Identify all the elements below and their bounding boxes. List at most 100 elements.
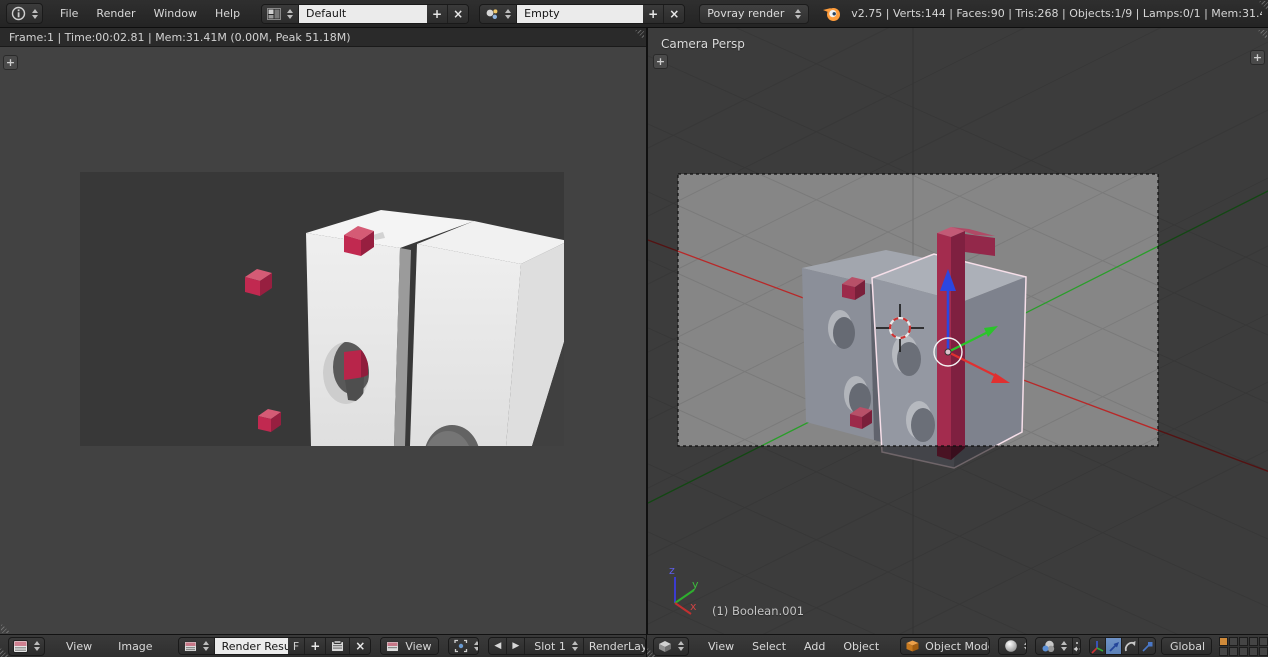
view-name-label: Camera Persp bbox=[661, 37, 745, 51]
manipulate-centers-toggle[interactable] bbox=[1073, 638, 1081, 655]
image-name-field[interactable]: Render Result bbox=[215, 638, 288, 654]
orientation-dropdown[interactable]: Global bbox=[1161, 637, 1212, 655]
mode-value: View bbox=[402, 640, 434, 653]
mode-dropdown[interactable]: Object Mode bbox=[900, 637, 990, 655]
toolshelf-expand-button[interactable]: + bbox=[3, 55, 18, 70]
manipulator-axes-icon bbox=[1090, 640, 1104, 654]
editor-type-button-image[interactable] bbox=[8, 637, 45, 656]
rotate-icon bbox=[1123, 640, 1137, 654]
browse-arrows bbox=[502, 9, 511, 19]
gizmo-y-label: y bbox=[692, 578, 699, 591]
layout-delete-button[interactable]: × bbox=[448, 5, 468, 23]
image-pack-button[interactable] bbox=[326, 638, 350, 654]
menu-window[interactable]: Window bbox=[145, 7, 206, 20]
scene-browse-button[interactable] bbox=[480, 5, 517, 23]
manipulator-toggle[interactable] bbox=[1090, 638, 1106, 655]
translate-manipulator-toggle[interactable] bbox=[1106, 638, 1122, 655]
render-layer-value: RenderLay bbox=[589, 640, 646, 653]
editor-switch-arrows bbox=[29, 9, 38, 19]
viewport-shading-dropdown[interactable] bbox=[998, 637, 1027, 655]
info-header: File Render Window Help Default + × bbox=[0, 0, 1268, 28]
scene-name-field[interactable]: Empty bbox=[517, 5, 643, 23]
dropdown-arrows bbox=[569, 641, 578, 651]
scene-add-button[interactable]: + bbox=[643, 5, 664, 23]
info-icon bbox=[11, 6, 26, 21]
image-new-button[interactable]: + bbox=[305, 638, 326, 654]
render-info-bar: Frame:1 | Time:00:02.81 | Mem:31.41M (0.… bbox=[0, 28, 646, 47]
fake-user-button[interactable]: F bbox=[288, 638, 305, 654]
browse-arrows bbox=[284, 9, 293, 19]
menu-image[interactable]: Image bbox=[109, 640, 161, 653]
render-slot-group: ◀ ▶ Slot 1 RenderLay bbox=[488, 637, 646, 655]
gizmo-x-label: x bbox=[690, 600, 697, 613]
toolshelf-expand-button[interactable]: + bbox=[653, 54, 668, 69]
translate-icon bbox=[1107, 640, 1121, 654]
dropdown-arrows bbox=[792, 9, 801, 19]
image-editor-header: View Image Render Result F + bbox=[0, 634, 646, 657]
dropdown-arrows bbox=[1021, 641, 1027, 651]
editor-type-button-info[interactable] bbox=[6, 3, 43, 24]
menu-select[interactable]: Select bbox=[743, 640, 795, 653]
layers-widget[interactable] bbox=[1219, 637, 1268, 656]
render-result-image[interactable] bbox=[80, 172, 564, 446]
scale-manipulator-toggle[interactable] bbox=[1139, 638, 1155, 655]
view-mode-icon bbox=[386, 641, 399, 652]
blender-window: File Render Window Help Default + × bbox=[0, 0, 1268, 657]
menu-object[interactable]: Object bbox=[834, 640, 888, 653]
layout-name-field[interactable]: Default bbox=[299, 5, 427, 23]
dropdown-arrows bbox=[437, 641, 439, 651]
orientation-value: Global bbox=[1167, 640, 1205, 653]
image-datablock: Render Result F + × bbox=[178, 637, 372, 655]
corner-grip[interactable] bbox=[1, 618, 16, 633]
active-object-label: (1) Boolean.001 bbox=[712, 604, 804, 618]
layout-browse-button[interactable] bbox=[262, 5, 299, 23]
layer-1-active[interactable] bbox=[1219, 637, 1228, 646]
scene-delete-button[interactable]: × bbox=[664, 5, 684, 23]
menu-render[interactable]: Render bbox=[87, 7, 144, 20]
viewport-canvas[interactable] bbox=[648, 28, 1268, 634]
menu-file[interactable]: File bbox=[51, 7, 87, 20]
viewport-editor-icon bbox=[658, 640, 672, 653]
mode-value: Object Mode bbox=[922, 640, 990, 653]
render-engine-dropdown[interactable]: Povray render bbox=[699, 4, 809, 24]
menu-add[interactable]: Add bbox=[795, 640, 834, 653]
scene-selector: Empty + × bbox=[479, 4, 685, 24]
menu-view[interactable]: View bbox=[699, 640, 743, 653]
slot-next-button[interactable]: ▶ bbox=[507, 638, 525, 654]
shading-sphere-icon bbox=[1004, 639, 1018, 653]
rotate-manipulator-toggle[interactable] bbox=[1122, 638, 1138, 655]
browse-arrows bbox=[200, 641, 209, 651]
screen-layout-icon bbox=[267, 8, 281, 20]
dropdown-arrows bbox=[471, 641, 479, 651]
scale-icon bbox=[1140, 640, 1154, 654]
slot-dropdown[interactable]: Slot 1 bbox=[525, 638, 584, 654]
dropdown-arrows bbox=[1208, 641, 1212, 651]
pivot-dropdown[interactable] bbox=[448, 637, 479, 655]
layout-add-button[interactable]: + bbox=[427, 5, 448, 23]
properties-expand-button[interactable]: + bbox=[1250, 50, 1265, 65]
pivot-point-dropdown[interactable] bbox=[1036, 638, 1073, 654]
image-unlink-button[interactable]: × bbox=[350, 638, 370, 654]
menu-help[interactable]: Help bbox=[206, 7, 249, 20]
pack-icon bbox=[331, 640, 344, 652]
slot-prev-button[interactable]: ◀ bbox=[489, 638, 507, 654]
manipulator-group bbox=[1089, 637, 1156, 655]
scene-statistics: v2.75 | Verts:144 | Faces:90 | Tris:268 … bbox=[851, 7, 1262, 20]
blender-logo-icon bbox=[822, 5, 842, 23]
render-right-slab bbox=[410, 221, 564, 446]
pivot-group bbox=[1035, 637, 1081, 655]
screen-layout-selector: Default + × bbox=[261, 4, 469, 24]
editor-switch-arrows bbox=[675, 641, 684, 651]
render-info-text: Frame:1 | Time:00:02.81 | Mem:31.41M (0.… bbox=[9, 31, 351, 44]
gizmo-z-label: z bbox=[669, 564, 675, 577]
editor-mode-dropdown[interactable]: View bbox=[380, 637, 439, 655]
menu-view[interactable]: View bbox=[57, 640, 101, 653]
viewport-3d-area: Camera Persp z y x (1) Boolean.001 + + bbox=[646, 28, 1268, 634]
image-browse-button[interactable] bbox=[179, 638, 215, 654]
scene-icon bbox=[485, 8, 499, 20]
editor-type-button-3dview[interactable] bbox=[653, 637, 689, 656]
image-editor-area: Frame:1 | Time:00:02.81 | Mem:31.41M (0.… bbox=[0, 28, 646, 634]
slot-value: Slot 1 bbox=[530, 640, 566, 653]
render-layer-dropdown[interactable]: RenderLay bbox=[584, 638, 646, 654]
viewport-3d-header: View Select Add Object Object Mode bbox=[646, 634, 1268, 657]
